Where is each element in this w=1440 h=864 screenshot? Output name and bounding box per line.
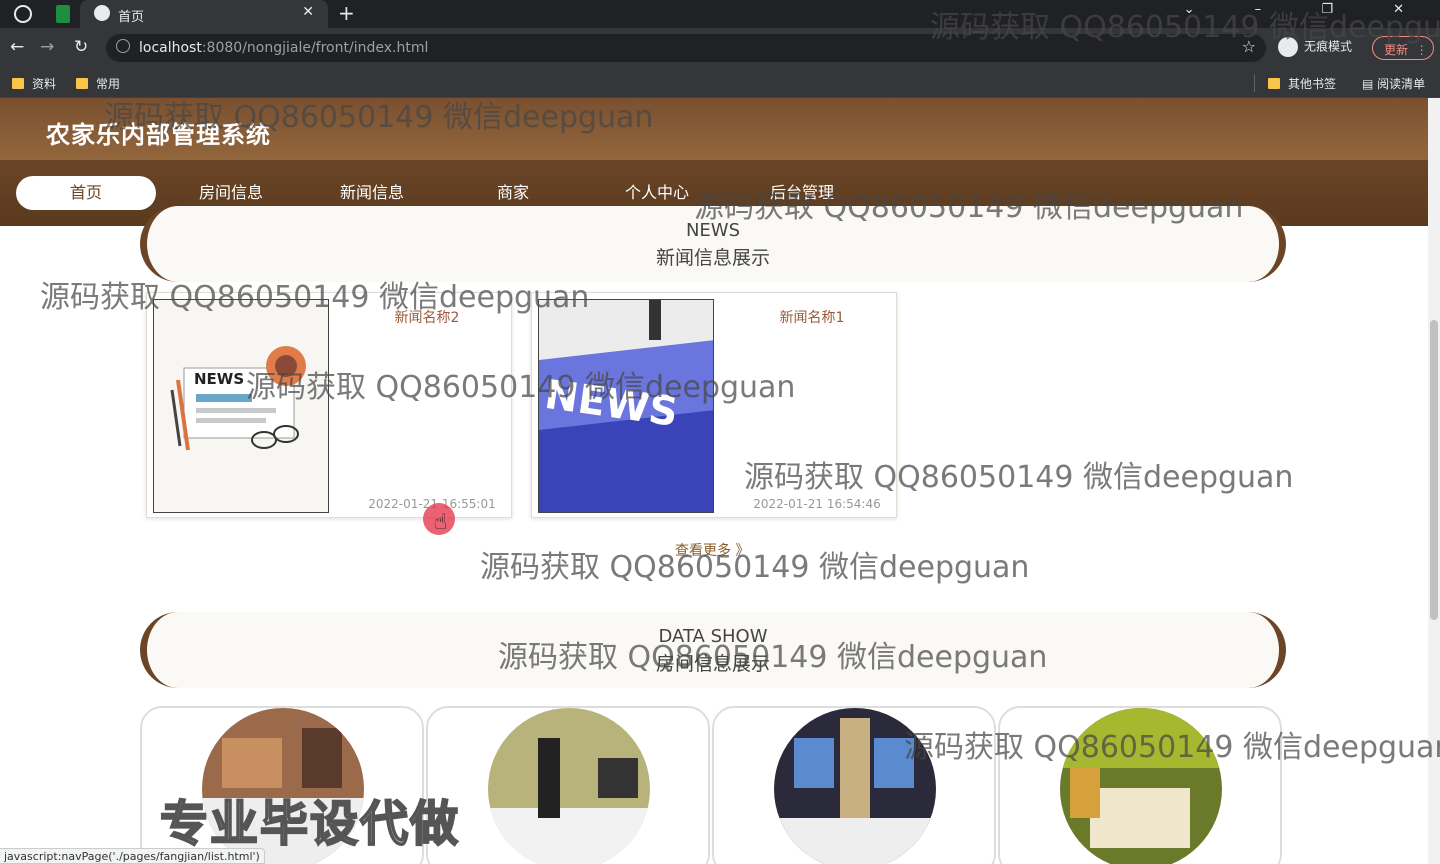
- tab-favicon-icon: [94, 5, 110, 21]
- bookmark-folder-ziliao[interactable]: 资料: [12, 75, 56, 92]
- bookmarks-divider: [1254, 74, 1255, 92]
- forward-icon[interactable]: →: [40, 37, 54, 57]
- room-section-en: DATA SHOW: [658, 626, 768, 647]
- nav-rooms[interactable]: 房间信息: [161, 176, 301, 210]
- browser-toolbar: ← → ↻ localhost:8080/nongjiale/front/ind…: [0, 28, 1440, 68]
- nav-home[interactable]: 首页: [16, 176, 156, 210]
- url-text[interactable]: localhost:8080/nongjiale/front/index.htm…: [139, 40, 428, 56]
- reload-icon[interactable]: ↻: [74, 37, 88, 57]
- room-card[interactable]: [998, 706, 1282, 864]
- news-title[interactable]: 新闻名称1: [742, 307, 882, 327]
- update-button[interactable]: 更新 ⋮: [1372, 36, 1434, 60]
- newspaper-illustration-icon[interactable]: NEWS: [153, 299, 329, 513]
- room-photo[interactable]: [1060, 708, 1222, 864]
- news-keyboard-key-icon[interactable]: NEWS: [538, 299, 714, 513]
- nav-merchants[interactable]: 商家: [443, 176, 583, 210]
- news-card[interactable]: NEWS 新闻名称1 2022-01-21 16:54:46: [531, 292, 897, 518]
- window-controls[interactable]: ⌄ – ❐ ✕: [1184, 2, 1432, 17]
- scrollbar-thumb[interactable]: [1430, 320, 1438, 620]
- bookmarks-bar: 资料 常用 其他书签 ▤ 阅读清单: [0, 68, 1440, 98]
- tab-close-icon[interactable]: ✕: [302, 4, 314, 20]
- nav-admin[interactable]: 后台管理: [732, 176, 872, 210]
- folder-icon: [1268, 78, 1280, 89]
- reading-list-icon: ▤: [1362, 77, 1378, 91]
- bookmark-folder-other[interactable]: 其他书签: [1268, 75, 1336, 92]
- nav-profile[interactable]: 个人中心: [587, 176, 727, 210]
- site-info-icon[interactable]: [116, 39, 130, 53]
- bookmark-folder-changyong[interactable]: 常用: [76, 75, 120, 92]
- link-status-bar: javascript:navPage('./pages/fangjian/lis…: [0, 848, 265, 864]
- promo-overlay-text: 专业毕设代做: [159, 795, 461, 853]
- hand-cursor-icon: ☝: [434, 510, 448, 535]
- back-icon[interactable]: ←: [10, 37, 24, 57]
- nav-news[interactable]: 新闻信息: [302, 176, 442, 210]
- incognito-indicator[interactable]: 无痕模式: [1278, 37, 1352, 57]
- sheets-tab-icon[interactable]: [56, 5, 70, 23]
- incognito-icon: [1278, 37, 1298, 57]
- folder-icon: [12, 78, 24, 89]
- room-photo[interactable]: [774, 708, 936, 864]
- browser-tab[interactable]: 首页 ✕: [80, 0, 328, 28]
- tab-title: 首页: [118, 10, 145, 25]
- news-section-en: NEWS: [685, 220, 741, 241]
- news-date: 2022-01-21 16:54:46: [753, 497, 881, 511]
- folder-icon: [76, 78, 88, 89]
- address-bar[interactable]: localhost:8080/nongjiale/front/index.htm…: [106, 34, 1266, 62]
- browser-tab-bar: 首页 ✕ + ⌄ – ❐ ✕: [0, 0, 1440, 28]
- room-section-header: DATA SHOW 房间信息展示: [140, 612, 1286, 688]
- browser-globe-icon[interactable]: [14, 5, 32, 23]
- bookmark-star-icon[interactable]: ☆: [1242, 37, 1256, 56]
- news-section-header: NEWS 新闻信息展示: [140, 206, 1286, 282]
- room-card[interactable]: [426, 706, 710, 864]
- room-photo[interactable]: [488, 708, 650, 864]
- new-tab-button[interactable]: +: [338, 1, 355, 25]
- news-title[interactable]: 新闻名称2: [357, 307, 497, 327]
- site-header: 农家乐内部管理系统: [0, 98, 1428, 160]
- site-title: 农家乐内部管理系统: [46, 121, 271, 149]
- page-scrollbar[interactable]: [1428, 98, 1440, 864]
- room-card[interactable]: [712, 706, 996, 864]
- room-section-zh: 房间信息展示: [655, 653, 770, 675]
- reading-list-button[interactable]: ▤ 阅读清单: [1362, 75, 1425, 92]
- page-content: 农家乐内部管理系统 首页 房间信息 新闻信息 商家 个人中心 后台管理 NEWS…: [0, 98, 1440, 864]
- news-card[interactable]: NEWS 新闻名称2 2022-01-21 16:55:01: [146, 292, 512, 518]
- view-more-link[interactable]: 查看更多 》: [675, 540, 749, 560]
- news-section-zh: 新闻信息展示: [655, 247, 770, 269]
- svg-text:NEWS: NEWS: [194, 370, 244, 388]
